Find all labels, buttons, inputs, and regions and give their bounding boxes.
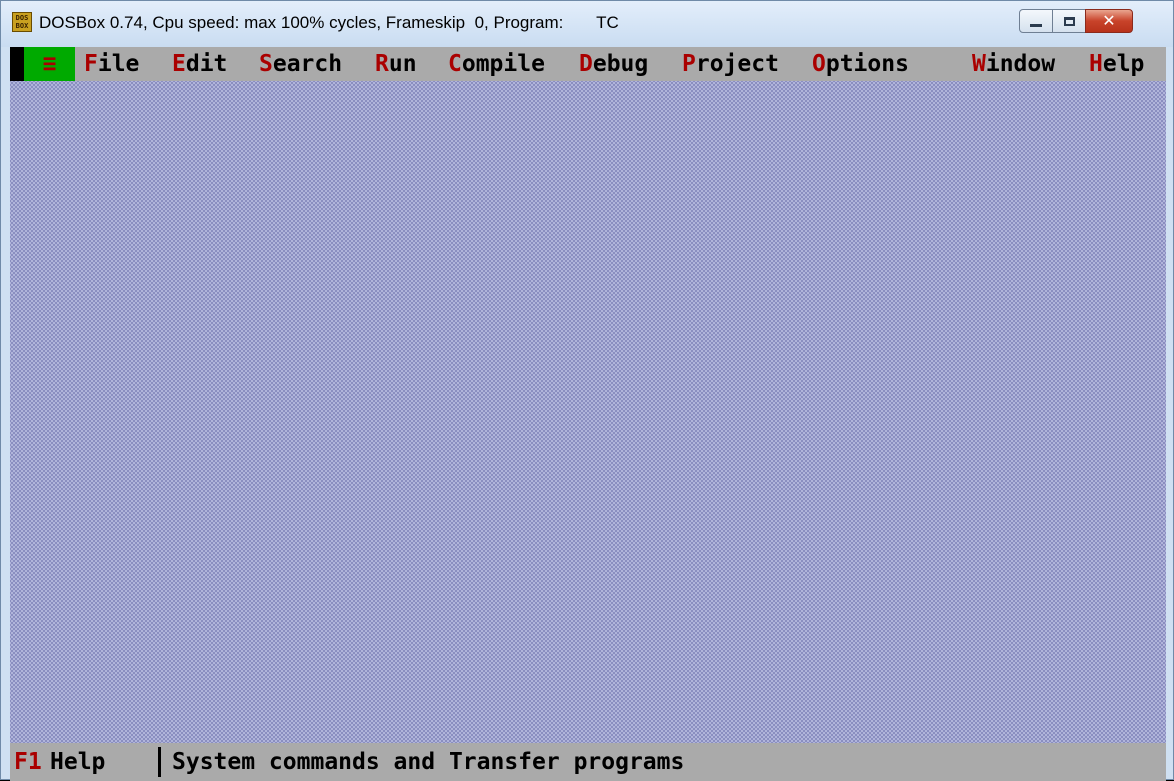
minimize-button[interactable] (1019, 9, 1053, 33)
dosbox-window: DOS BOX DOSBox 0.74, Cpu speed: max 100%… (0, 0, 1174, 781)
status-message: System commands and Transfer programs (172, 749, 685, 775)
menu-search-label: earch (272, 51, 343, 77)
menu-run[interactable]: Run (375, 47, 417, 81)
menu-run-label: un (388, 51, 417, 77)
menu-debug[interactable]: Debug (579, 47, 648, 81)
status-separator (158, 747, 161, 777)
minimize-icon (1030, 23, 1042, 27)
menu-search[interactable]: Search (259, 47, 342, 81)
menu-options-hotkey: O (812, 51, 826, 77)
status-bar: F1 Help System commands and Transfer pro… (10, 743, 1166, 781)
maximize-button[interactable] (1052, 9, 1086, 33)
menu-options[interactable]: Options (812, 47, 909, 81)
menu-file-hotkey: F (84, 51, 98, 77)
menu-project-label: roject (695, 51, 779, 77)
menu-project-hotkey: P (682, 51, 696, 77)
close-icon: ✕ (1102, 11, 1116, 30)
menu-bar-edge (10, 47, 24, 81)
menu-options-label: ptions (825, 51, 909, 77)
menu-window-hotkey: W (972, 51, 986, 77)
menu-debug-hotkey: D (579, 51, 593, 77)
maximize-icon (1063, 16, 1075, 26)
menu-window[interactable]: Window (972, 47, 1055, 81)
dos-screen[interactable]: ≡ File Edit Search Run Compile Debug Pro… (10, 47, 1166, 781)
status-key-f1[interactable]: F1 (14, 743, 42, 781)
status-help-label[interactable]: Help (50, 743, 105, 781)
menu-compile[interactable]: Compile (448, 47, 545, 81)
system-menu-button[interactable]: ≡ (24, 47, 75, 81)
menu-help[interactable]: Help (1089, 47, 1144, 81)
menu-window-label: indow (985, 51, 1056, 77)
menu-compile-hotkey: C (448, 51, 462, 77)
window-title: DOSBox 0.74, Cpu speed: max 100% cycles,… (39, 13, 619, 32)
menu-compile-label: ompile (461, 51, 545, 77)
menu-project[interactable]: Project (682, 47, 779, 81)
close-button[interactable]: ✕ (1085, 9, 1133, 33)
menu-edit-label: dit (185, 51, 228, 77)
menu-search-hotkey: S (259, 51, 273, 77)
menu-run-hotkey: R (375, 51, 389, 77)
title-bar[interactable]: DOS BOX DOSBox 0.74, Cpu speed: max 100%… (1, 1, 1173, 47)
menu-help-hotkey: H (1089, 51, 1103, 77)
menu-file[interactable]: File (84, 47, 139, 81)
menu-file-label: ile (97, 51, 140, 77)
dosbox-icon[interactable]: DOS BOX (12, 12, 32, 32)
menu-bar: ≡ File Edit Search Run Compile Debug Pro… (10, 47, 1166, 81)
menu-edit-hotkey: E (172, 51, 186, 77)
menu-help-label: elp (1102, 51, 1145, 77)
menu-edit[interactable]: Edit (172, 47, 227, 81)
menu-debug-label: ebug (592, 51, 649, 77)
